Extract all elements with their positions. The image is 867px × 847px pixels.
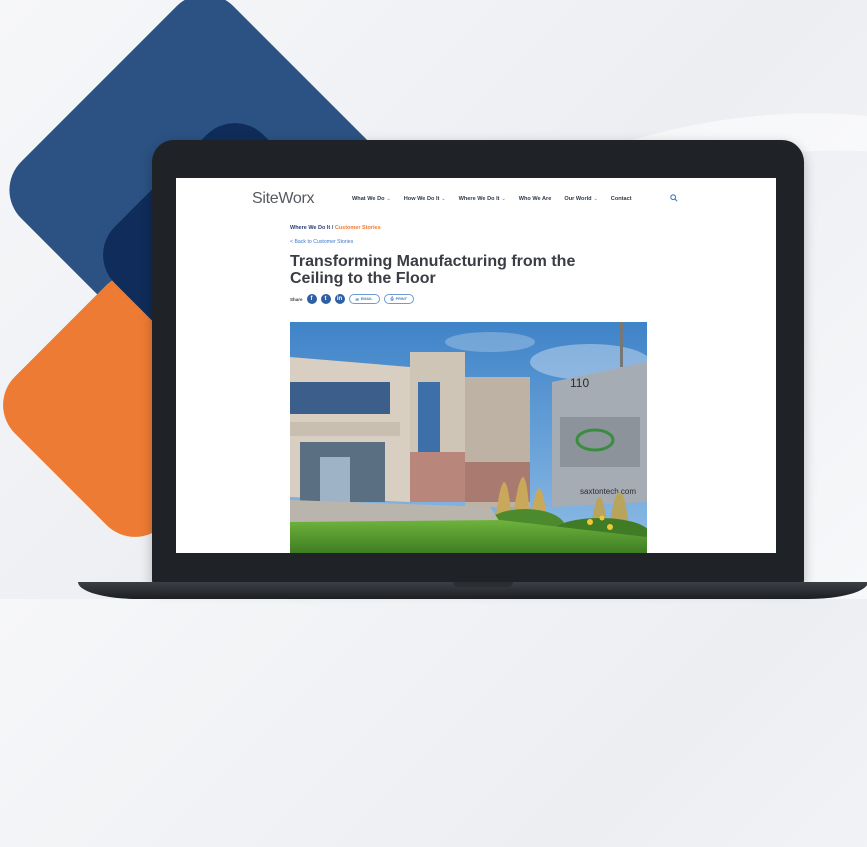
article-hero-photo: 110 saxtontech.com <box>290 322 647 553</box>
nav-label: Who We Are <box>518 196 552 202</box>
share-bar: Share f t in ✉ EMAIL ⎙ PRINT <box>290 294 650 304</box>
laptop-frame: SiteWorx What We Do ⌄ How We Do It ⌄ Whe… <box>152 140 804 588</box>
nav-item-our-world[interactable]: Our World ⌄ <box>564 196 597 202</box>
nav-item-how-we-do-it[interactable]: How We Do It ⌄ <box>404 196 446 202</box>
laptop-notch <box>453 582 513 587</box>
nav-item-who-we-are[interactable]: Who We Are <box>519 196 552 202</box>
print-button[interactable]: ⎙ PRINT <box>383 294 414 304</box>
nav-label: What We Do <box>352 196 385 202</box>
nav-label: Where We Do It <box>458 196 500 202</box>
back-to-stories-link[interactable]: < Back to Customer Stories <box>290 239 650 245</box>
nav-label: Contact <box>610 196 632 202</box>
email-button[interactable]: ✉ EMAIL <box>348 294 380 304</box>
linkedin-icon[interactable]: in <box>334 294 345 304</box>
sign-number: 110 <box>570 376 589 390</box>
main-nav: What We Do ⌄ How We Do It ⌄ Where We Do … <box>352 196 632 202</box>
search-icon[interactable] <box>670 194 678 202</box>
chevron-down-icon: ⌄ <box>593 196 598 202</box>
print-label: PRINT <box>395 297 407 301</box>
facebook-icon[interactable]: f <box>306 294 317 304</box>
nav-label: How We Do It <box>403 196 440 202</box>
chevron-down-icon: ⌄ <box>501 196 506 202</box>
twitter-icon[interactable]: t <box>320 294 331 304</box>
email-label: EMAIL <box>360 297 373 301</box>
site-logo[interactable]: SiteWorx <box>252 190 315 208</box>
printer-icon: ⎙ <box>390 297 394 301</box>
breadcrumb: Where We Do It / Customer Stories <box>290 225 650 231</box>
chevron-down-icon: ⌄ <box>441 196 446 202</box>
nav-item-contact[interactable]: Contact <box>611 196 632 202</box>
envelope-icon: ✉ <box>355 297 359 302</box>
nav-label: Our World <box>564 196 592 202</box>
sign-url: saxtontech.com <box>580 487 636 496</box>
share-label: Share <box>290 296 303 302</box>
nav-item-what-we-do[interactable]: What We Do ⌄ <box>352 196 391 202</box>
breadcrumb-parent[interactable]: Where We Do It / <box>290 225 333 231</box>
nav-item-where-we-do-it[interactable]: Where We Do It ⌄ <box>459 196 506 202</box>
chevron-down-icon: ⌄ <box>386 196 391 202</box>
article-title: Transforming Manufacturing from the Ceil… <box>290 253 576 287</box>
article-header: Where We Do It / Customer Stories < Back… <box>290 225 650 304</box>
breadcrumb-current[interactable]: Customer Stories <box>335 225 381 231</box>
laptop-screen: SiteWorx What We Do ⌄ How We Do It ⌄ Whe… <box>176 178 776 553</box>
site-header: SiteWorx What We Do ⌄ How We Do It ⌄ Whe… <box>176 188 776 212</box>
laptop-base <box>78 582 867 599</box>
